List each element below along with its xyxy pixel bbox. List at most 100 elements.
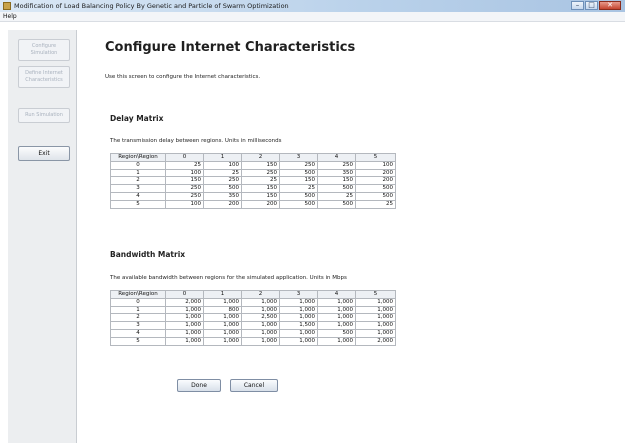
cancel-button[interactable]: Cancel <box>230 379 278 392</box>
matrix-cell[interactable]: 150 <box>317 176 356 186</box>
matrix-cell[interactable]: 1,000 <box>279 336 318 346</box>
matrix-cell[interactable]: 25 <box>203 168 242 178</box>
matrix-cell[interactable]: 500 <box>355 191 396 201</box>
matrix-cell[interactable]: 1,000 <box>241 321 280 330</box>
matrix-cell[interactable]: 25 <box>317 191 356 201</box>
matrix-cell[interactable]: 25 <box>165 160 204 170</box>
matrix-cell[interactable]: 1,000 <box>165 321 204 330</box>
matrix-cell[interactable]: 200 <box>241 199 280 209</box>
matrix-cell[interactable]: 1,000 <box>203 313 242 323</box>
table-row: 2 150 250 25 150 150 200 <box>110 176 396 186</box>
menu-bar: Help <box>0 12 625 22</box>
matrix-cell[interactable]: 500 <box>279 168 318 178</box>
row-header: 0 <box>110 297 166 307</box>
matrix-cell[interactable]: 1,000 <box>203 328 242 338</box>
matrix-cell[interactable]: 1,000 <box>241 336 280 346</box>
matrix-cell[interactable]: 1,000 <box>355 305 396 315</box>
matrix-cell[interactable]: 1,000 <box>317 297 356 307</box>
table-row: 4 250 350 150 500 25 500 <box>110 191 396 201</box>
table-header-row: Region\Region 0 1 2 3 4 5 <box>110 290 396 299</box>
bandwidth-matrix-title: Bandwidth Matrix <box>110 250 186 259</box>
matrix-cell[interactable]: 200 <box>203 199 242 209</box>
define-internet-characteristics-button[interactable]: Define Internet Characteristics <box>18 66 70 88</box>
matrix-cell[interactable]: 250 <box>241 168 280 178</box>
matrix-cell[interactable]: 1,000 <box>165 336 204 346</box>
matrix-cell[interactable]: 1,000 <box>241 328 280 338</box>
run-simulation-button[interactable]: Run Simulation <box>18 108 70 123</box>
matrix-cell[interactable]: 200 <box>355 176 396 186</box>
matrix-cell[interactable]: 1,000 <box>355 321 396 330</box>
matrix-cell[interactable]: 1,000 <box>279 328 318 338</box>
matrix-cell[interactable]: 1,000 <box>165 305 204 315</box>
matrix-cell[interactable]: 250 <box>203 176 242 186</box>
minimize-icon[interactable]: – <box>571 1 584 10</box>
matrix-cell[interactable]: 1,000 <box>317 336 356 346</box>
matrix-cell[interactable]: 25 <box>279 184 318 193</box>
matrix-cell[interactable]: 100 <box>165 199 204 209</box>
matrix-cell[interactable]: 250 <box>165 184 204 193</box>
matrix-cell[interactable]: 25 <box>355 199 396 209</box>
matrix-cell[interactable]: 1,000 <box>317 321 356 330</box>
matrix-cell[interactable]: 250 <box>279 160 318 170</box>
done-button[interactable]: Done <box>177 379 221 392</box>
column-header: Region\Region <box>110 290 166 299</box>
matrix-cell[interactable]: 100 <box>355 160 396 170</box>
matrix-cell[interactable]: 500 <box>355 184 396 193</box>
matrix-cell[interactable]: 1,000 <box>203 336 242 346</box>
matrix-cell[interactable]: 1,000 <box>317 313 356 323</box>
page-title: Configure Internet Characteristics <box>105 40 356 55</box>
matrix-cell[interactable]: 150 <box>241 160 280 170</box>
matrix-cell[interactable]: 250 <box>317 160 356 170</box>
matrix-cell[interactable]: 1,000 <box>241 305 280 315</box>
matrix-cell[interactable]: 150 <box>165 176 204 186</box>
menu-help[interactable]: Help <box>3 12 17 21</box>
matrix-cell[interactable]: 1,000 <box>355 313 396 323</box>
matrix-cell[interactable]: 1,000 <box>279 305 318 315</box>
matrix-cell[interactable]: 500 <box>317 199 356 209</box>
column-header: 4 <box>317 290 356 299</box>
column-header: 0 <box>165 290 204 299</box>
matrix-cell[interactable]: 150 <box>241 184 280 193</box>
matrix-cell[interactable]: 2,000 <box>165 297 204 307</box>
matrix-cell[interactable]: 350 <box>203 191 242 201</box>
matrix-cell[interactable]: 1,500 <box>279 321 318 330</box>
matrix-cell[interactable]: 350 <box>317 168 356 178</box>
matrix-cell[interactable]: 1,000 <box>355 297 396 307</box>
close-icon[interactable]: ✕ <box>599 1 621 10</box>
matrix-cell[interactable]: 1,000 <box>279 313 318 323</box>
row-header: 1 <box>110 168 166 178</box>
row-header: 2 <box>110 313 166 323</box>
matrix-cell[interactable]: 150 <box>241 191 280 201</box>
matrix-cell[interactable]: 100 <box>165 168 204 178</box>
matrix-cell[interactable]: 1,000 <box>241 297 280 307</box>
matrix-cell[interactable]: 2,000 <box>355 336 396 346</box>
matrix-cell[interactable]: 1,000 <box>203 297 242 307</box>
row-header: 1 <box>110 305 166 315</box>
matrix-cell[interactable]: 500 <box>203 184 242 193</box>
matrix-cell[interactable]: 500 <box>317 328 356 338</box>
matrix-cell[interactable]: 2,500 <box>241 313 280 323</box>
column-header: 1 <box>203 290 242 299</box>
matrix-cell[interactable]: 1,000 <box>165 328 204 338</box>
matrix-cell[interactable]: 500 <box>279 191 318 201</box>
matrix-cell[interactable]: 1,000 <box>165 313 204 323</box>
matrix-cell[interactable]: 150 <box>279 176 318 186</box>
matrix-cell[interactable]: 1,000 <box>355 328 396 338</box>
matrix-cell[interactable]: 500 <box>279 199 318 209</box>
matrix-cell[interactable]: 1,000 <box>317 305 356 315</box>
exit-button[interactable]: Exit <box>18 146 70 161</box>
matrix-cell[interactable]: 200 <box>355 168 396 178</box>
table-row: 1 1,000 800 1,000 1,000 1,000 1,000 <box>110 305 396 315</box>
table-row: 0 2,000 1,000 1,000 1,000 1,000 1,000 <box>110 297 396 307</box>
column-header: 5 <box>355 153 396 162</box>
matrix-cell[interactable]: 1,000 <box>203 321 242 330</box>
matrix-cell[interactable]: 800 <box>203 305 242 315</box>
matrix-cell[interactable]: 25 <box>241 176 280 186</box>
delay-matrix-title: Delay Matrix <box>110 114 164 123</box>
matrix-cell[interactable]: 500 <box>317 184 356 193</box>
matrix-cell[interactable]: 250 <box>165 191 204 201</box>
matrix-cell[interactable]: 100 <box>203 160 242 170</box>
maximize-icon[interactable]: □ <box>585 1 598 10</box>
configure-simulation-button[interactable]: Configure Simulation <box>18 39 70 61</box>
matrix-cell[interactable]: 1,000 <box>279 297 318 307</box>
